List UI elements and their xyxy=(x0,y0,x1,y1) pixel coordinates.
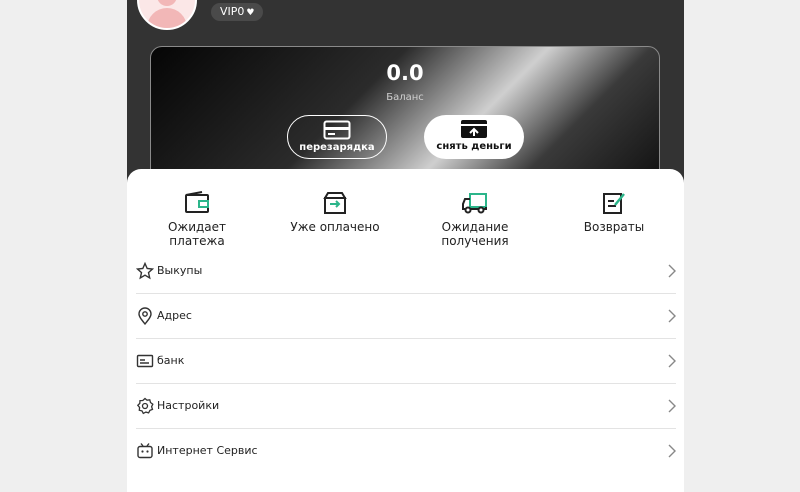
balance-card: 0.0 Баланс перезарядка снять деньги xyxy=(150,46,660,183)
wallet-icon xyxy=(185,191,209,213)
content-sheet: Ожидает платежа Уже оплачено Ожидание по… xyxy=(127,169,684,492)
menu-item-label: Выкупы xyxy=(157,264,203,277)
robot-icon xyxy=(137,443,153,459)
menu-item-label: Настройки xyxy=(157,399,220,412)
truck-icon xyxy=(462,193,487,214)
withdraw-card-icon xyxy=(461,120,487,138)
location-icon xyxy=(138,307,152,325)
order-label: Ожидание получения xyxy=(441,220,509,248)
edit-icon xyxy=(603,193,625,214)
recharge-label: перезарядка xyxy=(299,142,375,153)
balance-amount: 0.0 xyxy=(386,61,424,85)
gear-icon xyxy=(136,397,154,415)
chevron-right-icon xyxy=(668,399,676,413)
order-returns[interactable]: Возвраты xyxy=(572,191,656,234)
chevron-right-icon xyxy=(668,264,676,278)
order-status-row: Ожидает платежа Уже оплачено Ожидание по… xyxy=(127,191,684,248)
menu-item-label: банк xyxy=(157,354,185,367)
star-icon xyxy=(136,262,154,280)
order-awaiting-receipt[interactable]: Ожидание получения xyxy=(407,191,543,248)
box-icon xyxy=(323,192,347,214)
order-pending-payment[interactable]: Ожидает платежа xyxy=(141,191,253,248)
order-label: Возвраты xyxy=(583,220,645,234)
menu-item-settings[interactable]: Настройки xyxy=(136,384,676,429)
menu-item-label: Интернет Сервис xyxy=(157,444,258,457)
order-label: Уже оплачено xyxy=(290,220,380,234)
chevron-right-icon xyxy=(668,309,676,323)
order-label: Ожидает платежа xyxy=(167,220,227,248)
withdraw-label: снять деньги xyxy=(436,141,512,152)
withdraw-button[interactable]: снять деньги xyxy=(424,115,524,159)
vip-label: VIP0 xyxy=(220,5,245,18)
menu-item-bank[interactable]: банк xyxy=(136,339,676,384)
menu-item-address[interactable]: Адрес xyxy=(136,294,676,339)
app-screen: VIP0 ♥ 0.0 Баланс перезарядка снять деньг… xyxy=(127,0,684,492)
bank-card-icon xyxy=(136,354,154,368)
balance-label: Баланс xyxy=(386,92,424,103)
chevron-right-icon xyxy=(668,444,676,458)
chevron-right-icon xyxy=(668,354,676,368)
menu-list: Выкупы Адрес банк Настройки Интернет Сер… xyxy=(136,249,676,473)
heart-icon: ♥ xyxy=(246,8,255,18)
menu-item-online-service[interactable]: Интернет Сервис xyxy=(136,429,676,473)
vip-badge[interactable]: VIP0 ♥ xyxy=(211,3,264,21)
order-paid[interactable]: Уже оплачено xyxy=(280,191,390,234)
card-icon xyxy=(323,120,351,140)
menu-item-buyouts[interactable]: Выкупы xyxy=(136,249,676,294)
recharge-button[interactable]: перезарядка xyxy=(287,115,387,159)
menu-item-label: Адрес xyxy=(157,309,192,322)
